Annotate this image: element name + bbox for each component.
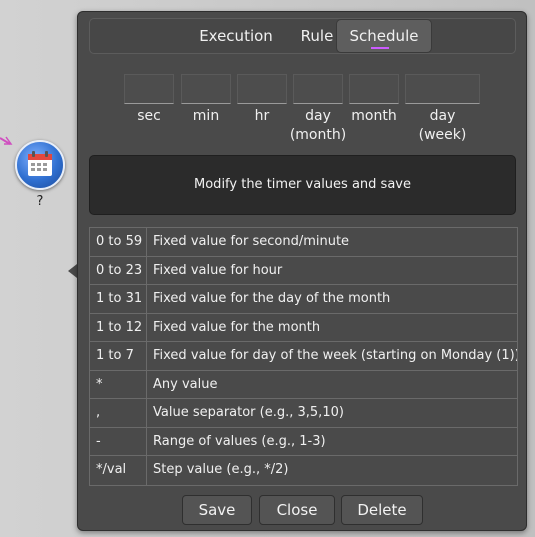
- node-label: ?: [36, 194, 44, 209]
- close-button[interactable]: Close: [259, 495, 335, 525]
- value-cell: 1 to 7: [90, 342, 147, 370]
- description-cell: Fixed value for the month: [153, 319, 321, 335]
- table-row: 0 to 59 Fixed value for second/minute: [90, 228, 517, 257]
- table-row: */val Step value (e.g., */2): [90, 456, 517, 485]
- day-week-input[interactable]: [405, 74, 480, 104]
- description-cell: Fixed value for the day of the month: [153, 291, 391, 306]
- description-cell: Any value: [153, 376, 218, 392]
- tab-schedule-label: Schedule: [349, 27, 419, 45]
- value-cell: ,: [90, 399, 147, 427]
- link-connector-icon: [0, 136, 13, 145]
- day-month-input[interactable]: [293, 74, 343, 104]
- value-cell: -: [90, 427, 147, 455]
- month-input[interactable]: [349, 74, 399, 104]
- popover-arrow: [68, 264, 77, 278]
- table-row: * Any value: [90, 370, 517, 399]
- table-row: - Range of values (e.g., 1-3): [90, 427, 517, 456]
- schedule-node[interactable]: [15, 140, 65, 190]
- value-cell: *: [90, 370, 147, 398]
- sec-input[interactable]: [124, 74, 174, 104]
- hr-input[interactable]: [237, 74, 287, 104]
- description-cell: Range of values (e.g., 1-3): [153, 433, 326, 449]
- description-cell: Fixed value for second/minute: [153, 234, 350, 249]
- schedule-popover: Execution Rule Schedule sec min hr day (…: [77, 11, 527, 531]
- calendar-icon: [28, 151, 52, 176]
- description-cell: Fixed value for hour: [153, 262, 283, 278]
- tab-execution[interactable]: Execution: [186, 19, 286, 53]
- cron-reference-table: 0 to 59 Fixed value for second/minute 0 t…: [89, 227, 518, 486]
- value-cell: 1 to 12: [90, 313, 147, 341]
- table-row: 1 to 12 Fixed value for the month: [90, 313, 517, 342]
- value-cell: 1 to 31: [90, 285, 147, 313]
- instruction-banner: Modify the timer values and save: [89, 155, 516, 215]
- min-label: min: [192, 108, 220, 124]
- delete-button[interactable]: Delete: [341, 495, 423, 525]
- tab-bar: Execution Rule Schedule: [89, 18, 516, 54]
- table-row: 1 to 7 Fixed value for day of the week (s…: [90, 342, 517, 371]
- day-month-label: day (month): [289, 108, 347, 143]
- save-button[interactable]: Save: [182, 495, 252, 525]
- tab-schedule[interactable]: Schedule: [336, 19, 432, 53]
- value-cell: */val: [90, 456, 147, 485]
- min-input[interactable]: [181, 74, 231, 104]
- description-cell: Value separator (e.g., 3,5,10): [153, 405, 344, 420]
- description-cell: Step value (e.g., */2): [153, 462, 289, 477]
- sec-label: sec: [137, 108, 161, 124]
- active-tab-indicator: [371, 47, 389, 49]
- table-row: 1 to 31 Fixed value for the day of the mo…: [90, 285, 517, 314]
- month-label: month: [351, 108, 397, 124]
- value-cell: 0 to 59: [90, 228, 147, 256]
- value-cell: 0 to 23: [90, 256, 147, 284]
- table-row: , Value separator (e.g., 3,5,10): [90, 399, 517, 428]
- day-week-label: day (week): [418, 108, 467, 143]
- table-row: 0 to 23 Fixed value for hour: [90, 256, 517, 285]
- description-cell: Fixed value for day of the week (startin…: [153, 348, 517, 363]
- hr-label: hr: [254, 108, 270, 124]
